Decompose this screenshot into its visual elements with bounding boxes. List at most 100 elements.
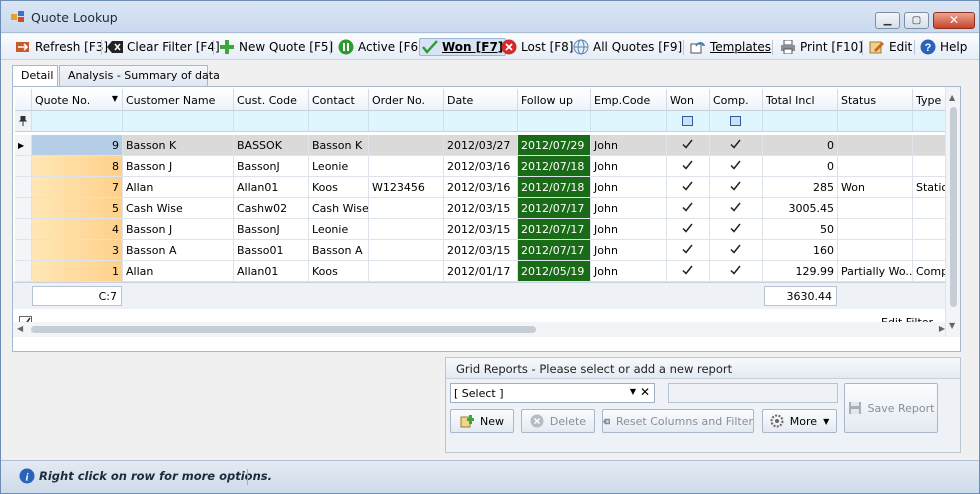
cell-comp[interactable] bbox=[710, 240, 763, 261]
close-button[interactable]: ✕ bbox=[933, 12, 975, 29]
cell-comp[interactable] bbox=[710, 135, 763, 156]
cell-date[interactable]: 2012/03/16 bbox=[444, 156, 518, 177]
active-filter-button[interactable]: Active [F6] bbox=[338, 38, 423, 56]
delete-report-button[interactable]: Delete bbox=[521, 409, 595, 433]
cell-order-no[interactable] bbox=[369, 219, 444, 240]
cell-type[interactable] bbox=[913, 135, 947, 156]
cell-comp[interactable] bbox=[710, 198, 763, 219]
row-indicator[interactable] bbox=[15, 219, 32, 240]
cell-date[interactable]: 2012/01/17 bbox=[444, 261, 518, 282]
column-header-follow-up[interactable]: Follow up bbox=[518, 89, 591, 111]
cell-won[interactable] bbox=[667, 177, 710, 198]
column-header-status[interactable]: Status bbox=[838, 89, 913, 111]
filter-cell-follow-up[interactable] bbox=[518, 111, 591, 132]
cell-contact[interactable]: Leonie bbox=[309, 219, 369, 240]
cell-total-incl[interactable]: 129.99 bbox=[763, 261, 838, 282]
cell-cust-code[interactable]: Cashw02 bbox=[234, 198, 309, 219]
cell-customer-name[interactable]: Cash Wise bbox=[123, 198, 234, 219]
cell-date[interactable]: 2012/03/27 bbox=[444, 135, 518, 156]
reset-columns-button[interactable]: Reset Columns and Filter bbox=[602, 409, 754, 433]
cell-contact[interactable]: Koos bbox=[309, 177, 369, 198]
tab-detail[interactable]: Detail bbox=[12, 65, 58, 87]
column-header-quote-no[interactable]: Quote No. ▼ bbox=[32, 89, 123, 111]
cell-comp[interactable] bbox=[710, 156, 763, 177]
tab-analysis[interactable]: Analysis - Summary of data bbox=[59, 65, 220, 86]
cell-customer-name[interactable]: Basson K bbox=[123, 135, 234, 156]
cell-status[interactable]: Won bbox=[838, 177, 913, 198]
cell-quote-no[interactable]: 7 bbox=[32, 177, 123, 198]
cell-total-incl[interactable]: 50 bbox=[763, 219, 838, 240]
cell-comp[interactable] bbox=[710, 177, 763, 198]
cell-won[interactable] bbox=[667, 261, 710, 282]
cell-type[interactable]: Station bbox=[913, 177, 947, 198]
column-header-contact[interactable]: Contact bbox=[309, 89, 369, 111]
cell-date[interactable]: 2012/03/15 bbox=[444, 198, 518, 219]
cell-contact[interactable]: Basson A bbox=[309, 240, 369, 261]
clear-filter-button[interactable]: Clear Filter [F4] bbox=[107, 38, 220, 56]
vertical-scroll-thumb[interactable] bbox=[950, 107, 957, 307]
minimize-button[interactable]: ▁ bbox=[875, 12, 900, 29]
cell-follow-up[interactable]: 2012/07/17 bbox=[518, 219, 591, 240]
cell-cust-code[interactable]: Allan01 bbox=[234, 177, 309, 198]
filter-cell-type[interactable] bbox=[913, 111, 947, 132]
cell-follow-up[interactable]: 2012/07/18 bbox=[518, 156, 591, 177]
report-name-field[interactable] bbox=[668, 383, 838, 403]
column-header-total-incl[interactable]: Total Incl bbox=[763, 89, 838, 111]
clear-x-icon[interactable]: ✕ bbox=[640, 385, 650, 399]
cell-won[interactable] bbox=[667, 219, 710, 240]
cell-date[interactable]: 2012/03/16 bbox=[444, 177, 518, 198]
cell-follow-up[interactable]: 2012/05/19 bbox=[518, 261, 591, 282]
cell-date[interactable]: 2012/03/15 bbox=[444, 219, 518, 240]
cell-total-incl[interactable]: 3005.45 bbox=[763, 198, 838, 219]
cell-emp-code[interactable]: John bbox=[591, 135, 667, 156]
cell-type[interactable]: Compu bbox=[913, 261, 947, 282]
row-indicator[interactable] bbox=[15, 240, 32, 261]
cell-follow-up[interactable]: 2012/07/29 bbox=[518, 135, 591, 156]
column-header-customer-name[interactable]: Customer Name bbox=[123, 89, 234, 111]
cell-type[interactable] bbox=[913, 240, 947, 261]
cell-customer-name[interactable]: Basson J bbox=[123, 156, 234, 177]
cell-order-no[interactable] bbox=[369, 198, 444, 219]
row-indicator[interactable] bbox=[15, 177, 32, 198]
scroll-down-arrow-icon[interactable]: ▼ bbox=[949, 321, 955, 330]
cell-type[interactable] bbox=[913, 156, 947, 177]
cell-order-no[interactable] bbox=[369, 240, 444, 261]
cell-order-no[interactable]: W123456 bbox=[369, 177, 444, 198]
column-header-date[interactable]: Date bbox=[444, 89, 518, 111]
cell-quote-no[interactable]: 3 bbox=[32, 240, 123, 261]
maximize-button[interactable]: ▢ bbox=[904, 12, 929, 29]
cell-quote-no[interactable]: 1 bbox=[32, 261, 123, 282]
cell-emp-code[interactable]: John bbox=[591, 240, 667, 261]
cell-customer-name[interactable]: Basson J bbox=[123, 219, 234, 240]
cell-cust-code[interactable]: BASSOK bbox=[234, 135, 309, 156]
filter-cell-quote-no[interactable] bbox=[32, 111, 123, 132]
cell-total-incl[interactable]: 0 bbox=[763, 135, 838, 156]
filter-cell-date[interactable] bbox=[444, 111, 518, 132]
cell-customer-name[interactable]: Allan bbox=[123, 177, 234, 198]
cell-cust-code[interactable]: Allan01 bbox=[234, 261, 309, 282]
cell-emp-code[interactable]: John bbox=[591, 219, 667, 240]
cell-status[interactable]: Partially Wo... bbox=[838, 261, 913, 282]
cell-contact[interactable]: Leonie bbox=[309, 156, 369, 177]
help-button[interactable]: ? Help bbox=[920, 38, 967, 56]
cell-total-incl[interactable]: 160 bbox=[763, 240, 838, 261]
column-header-comp[interactable]: Comp. bbox=[710, 89, 763, 111]
dropdown-arrow-icon[interactable]: ▼ bbox=[630, 387, 636, 396]
cell-customer-name[interactable]: Allan bbox=[123, 261, 234, 282]
cell-quote-no[interactable]: 8 bbox=[32, 156, 123, 177]
new-report-button[interactable]: New bbox=[450, 409, 514, 433]
cell-total-incl[interactable]: 285 bbox=[763, 177, 838, 198]
won-filter-button[interactable]: Won [F7] bbox=[419, 38, 507, 56]
column-header-emp-code[interactable]: Emp.Code bbox=[591, 89, 667, 111]
column-header-won[interactable]: Won bbox=[667, 89, 710, 111]
cell-follow-up[interactable]: 2012/07/17 bbox=[518, 240, 591, 261]
cell-order-no[interactable] bbox=[369, 261, 444, 282]
cell-status[interactable] bbox=[838, 198, 913, 219]
filter-cell-cust-code[interactable] bbox=[234, 111, 309, 132]
row-indicator[interactable] bbox=[15, 156, 32, 177]
refresh-button[interactable]: Refresh [F3] bbox=[15, 38, 108, 56]
filter-cell-emp[interactable] bbox=[591, 111, 667, 132]
cell-quote-no[interactable]: 5 bbox=[32, 198, 123, 219]
scroll-up-arrow-icon[interactable]: ▲ bbox=[949, 93, 955, 102]
cell-status[interactable] bbox=[838, 135, 913, 156]
